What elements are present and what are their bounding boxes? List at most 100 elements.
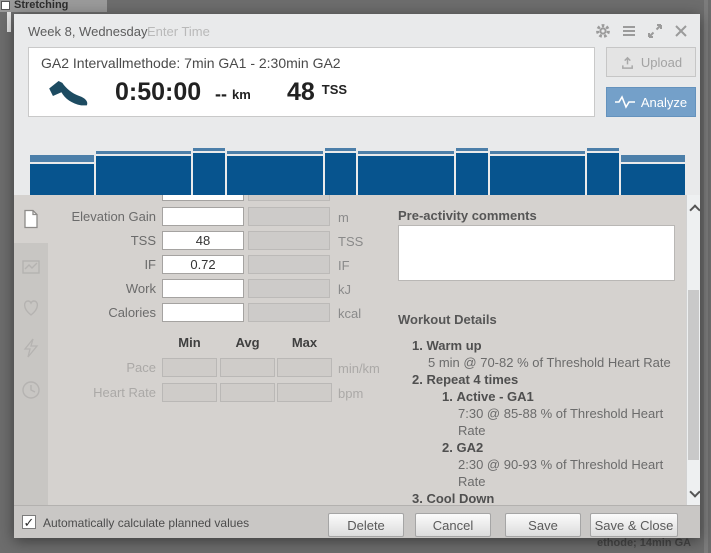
tss-value: 48: [287, 78, 315, 106]
background-item-label: Stretching: [14, 0, 68, 11]
chart-bar-active-ga1[interactable]: [490, 151, 586, 200]
tss-unit: TSS: [322, 82, 347, 97]
elevation-gain-input[interactable]: [162, 207, 244, 226]
analyze-waveform-icon: [615, 95, 635, 109]
upload-label: Upload: [641, 55, 682, 70]
cancel-button[interactable]: Cancel: [415, 513, 491, 537]
workout-editor-dialog: Week 8, Wednesday Enter Time GA2 Interva…: [14, 14, 700, 538]
cutoff-input-planned: [162, 195, 244, 201]
background-calendar-item: Stretching: [0, 0, 107, 12]
workout-profile-chart[interactable]: [30, 136, 685, 200]
list-item: 1. Active - GA1: [398, 388, 688, 405]
item-desc: 2:30 @ 90-93 % of Threshold Heart Rate: [398, 456, 688, 490]
item-title: Repeat 4 times: [426, 372, 518, 387]
save-close-button[interactable]: Save & Close: [590, 513, 678, 537]
hr-max-input: [277, 383, 332, 402]
delete-button[interactable]: Delete: [328, 513, 404, 537]
content-scrollbar[interactable]: [686, 195, 700, 505]
item-number: 2.: [412, 372, 423, 387]
analyze-label: Analyze: [641, 95, 687, 110]
background-cell-edge: [7, 12, 11, 32]
auto-calculate-label: Automatically calculate planned values: [43, 516, 249, 530]
analyze-button[interactable]: Analyze: [606, 87, 696, 117]
chart-bar-ga2[interactable]: [193, 148, 225, 200]
stats-header-min: Min: [162, 335, 217, 350]
scroll-up-arrow-icon[interactable]: [690, 203, 698, 211]
dialog-title: Week 8, Wednesday: [28, 24, 147, 39]
pace-min-input: [162, 358, 217, 377]
chart-bar-ga2[interactable]: [587, 148, 619, 200]
chart-bar-cool-down[interactable]: [621, 155, 685, 200]
field-label: IF: [14, 257, 156, 272]
chart-bar-ga2[interactable]: [456, 148, 488, 200]
background-item-label-bottom: ethode; 14min GA: [597, 537, 691, 549]
cutoff-input-completed: [248, 195, 330, 201]
scrollbar-thumb[interactable]: [688, 290, 699, 460]
distance-value: --: [215, 84, 227, 104]
chart-bar-active-ga1[interactable]: [358, 151, 454, 200]
expand-icon[interactable]: [646, 22, 664, 40]
item-desc: 5 min @ 70-82 % of Threshold Heart Rate: [398, 354, 688, 371]
item-number: 1.: [412, 338, 423, 353]
list-item: 1. Warm up: [398, 337, 688, 354]
pre-activity-comments-input[interactable]: [398, 225, 675, 281]
dialog-content: Elevation Gain m TSS TSS IF IF Work kJ C…: [14, 195, 700, 505]
item-title: GA2: [456, 440, 483, 455]
auto-calculate-checkbox[interactable]: ✓: [22, 515, 36, 529]
workout-summary-card: GA2 Intervallmethode: 7min GA1 - 2:30min…: [28, 47, 595, 117]
planned-distance: -- km: [215, 84, 251, 105]
menu-icon[interactable]: [620, 22, 638, 40]
item-number: 1.: [442, 389, 453, 404]
workout-details-title: Workout Details: [398, 312, 497, 327]
save-button[interactable]: Save: [505, 513, 581, 537]
pre-activity-comments-title: Pre-activity comments: [398, 208, 537, 223]
workout-stats: 0:50:00 -- km 48 TSS: [29, 76, 594, 116]
planned-duration: 0:50:00: [115, 78, 201, 107]
field-label: Elevation Gain: [14, 209, 156, 224]
field-unit: kcal: [338, 306, 361, 321]
close-icon[interactable]: [672, 22, 690, 40]
if-completed: [248, 255, 330, 274]
field-unit: TSS: [338, 234, 363, 249]
work-completed: [248, 279, 330, 298]
upload-button[interactable]: Upload: [606, 47, 696, 77]
scroll-down-arrow-icon[interactable]: [690, 489, 698, 497]
item-number: 3.: [412, 491, 423, 505]
chart-bar-active-ga1[interactable]: [227, 151, 323, 200]
background-scrollbar: [704, 0, 708, 553]
field-unit: IF: [338, 258, 350, 273]
lightning-icon[interactable]: [21, 338, 41, 358]
dialog-titlebar: Week 8, Wednesday Enter Time: [14, 14, 700, 48]
item-title: Warm up: [426, 338, 481, 353]
list-item: 2. GA2: [398, 439, 688, 456]
stats-header-max: Max: [277, 335, 332, 350]
workout-details-list: 1. Warm up 5 min @ 70-82 % of Threshold …: [398, 337, 688, 505]
upload-icon: [620, 55, 635, 70]
calories-input[interactable]: [162, 303, 244, 322]
tss-completed: [248, 231, 330, 250]
hr-min-input: [162, 383, 217, 402]
field-label: TSS: [14, 233, 156, 248]
if-input[interactable]: [162, 255, 244, 274]
stats-header-avg: Avg: [220, 335, 275, 350]
field-unit: min/km: [338, 361, 380, 376]
field-unit: kJ: [338, 282, 351, 297]
running-shoe-icon: [47, 80, 89, 112]
background-checkbox: [1, 1, 10, 10]
workout-title: GA2 Intervallmethode: 7min GA1 - 2:30min…: [41, 55, 341, 71]
dialog-footer: ✓ Automatically calculate planned values…: [14, 505, 700, 538]
tss-input[interactable]: [162, 231, 244, 250]
field-label: Pace: [14, 360, 156, 375]
enter-time-link[interactable]: Enter Time: [147, 24, 210, 39]
field-label: Work: [14, 281, 156, 296]
item-title: Active - GA1: [456, 389, 533, 404]
settings-icon[interactable]: [594, 22, 612, 40]
field-unit: bpm: [338, 386, 363, 401]
work-input[interactable]: [162, 279, 244, 298]
calories-completed: [248, 303, 330, 322]
chart-bar-active-ga1[interactable]: [96, 151, 192, 200]
field-label: Calories: [14, 305, 156, 320]
chart-bar-ga2[interactable]: [325, 148, 357, 200]
chart-bar-warm-up[interactable]: [30, 155, 94, 200]
elevation-gain-completed: [248, 207, 330, 226]
